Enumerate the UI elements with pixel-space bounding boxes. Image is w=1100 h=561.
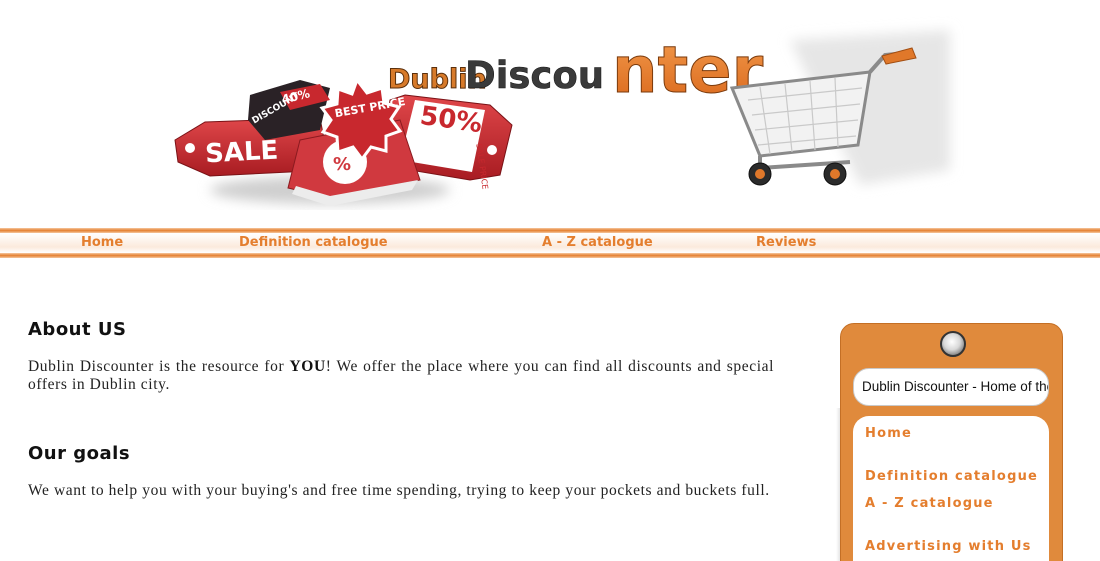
- header-banner: SALE 40% DISCOUNT 50% SALE PRICE % BEST …: [0, 0, 1100, 226]
- about-us-heading: About US: [28, 319, 127, 340]
- site-title-field[interactable]: Dublin Discounter - Home of the: [853, 368, 1049, 406]
- our-goals-paragraph: We want to help you with your buying's a…: [28, 482, 770, 499]
- main-nav: Home Definition catalogue A - Z catalogu…: [0, 226, 1100, 262]
- svg-text:%: %: [333, 154, 351, 175]
- nav-link-reviews[interactable]: Reviews: [756, 235, 816, 250]
- sidebar-menu: Home Definition catalogue A - Z catalogu…: [853, 416, 1049, 561]
- nav-link-definition-catalogue[interactable]: Definition catalogue: [239, 235, 388, 250]
- sidebar-link-home[interactable]: Home: [865, 426, 912, 441]
- our-goals-heading: Our goals: [28, 443, 131, 464]
- sidebar-link-definition-catalogue[interactable]: Definition catalogue: [865, 469, 1038, 484]
- about-text-emphasis: YOU: [289, 358, 326, 375]
- sidebar-link-advertising[interactable]: Advertising with Us: [865, 539, 1032, 554]
- tag-hole-icon: [940, 331, 966, 357]
- nav-link-home[interactable]: Home: [81, 235, 123, 250]
- nav-link-a-z-catalogue[interactable]: A - Z catalogue: [542, 235, 653, 250]
- logo-word-discou: Discou: [465, 54, 604, 97]
- site-logo: Dublin Discou nter: [388, 34, 765, 109]
- nav-border-bottom: [0, 253, 1100, 258]
- about-us-paragraph: Dublin Discounter is the resource for YO…: [28, 358, 774, 394]
- banner-graphic: SALE 40% DISCOUNT 50% SALE PRICE % BEST …: [174, 30, 950, 206]
- sale-text: SALE: [204, 136, 279, 170]
- sidebar-link-a-z-catalogue[interactable]: A - Z catalogue: [865, 496, 994, 511]
- about-text-part-1: Dublin Discounter is the resource for: [28, 358, 290, 375]
- sidebar-tag: Dublin Discounter - Home of the Home Def…: [840, 323, 1063, 561]
